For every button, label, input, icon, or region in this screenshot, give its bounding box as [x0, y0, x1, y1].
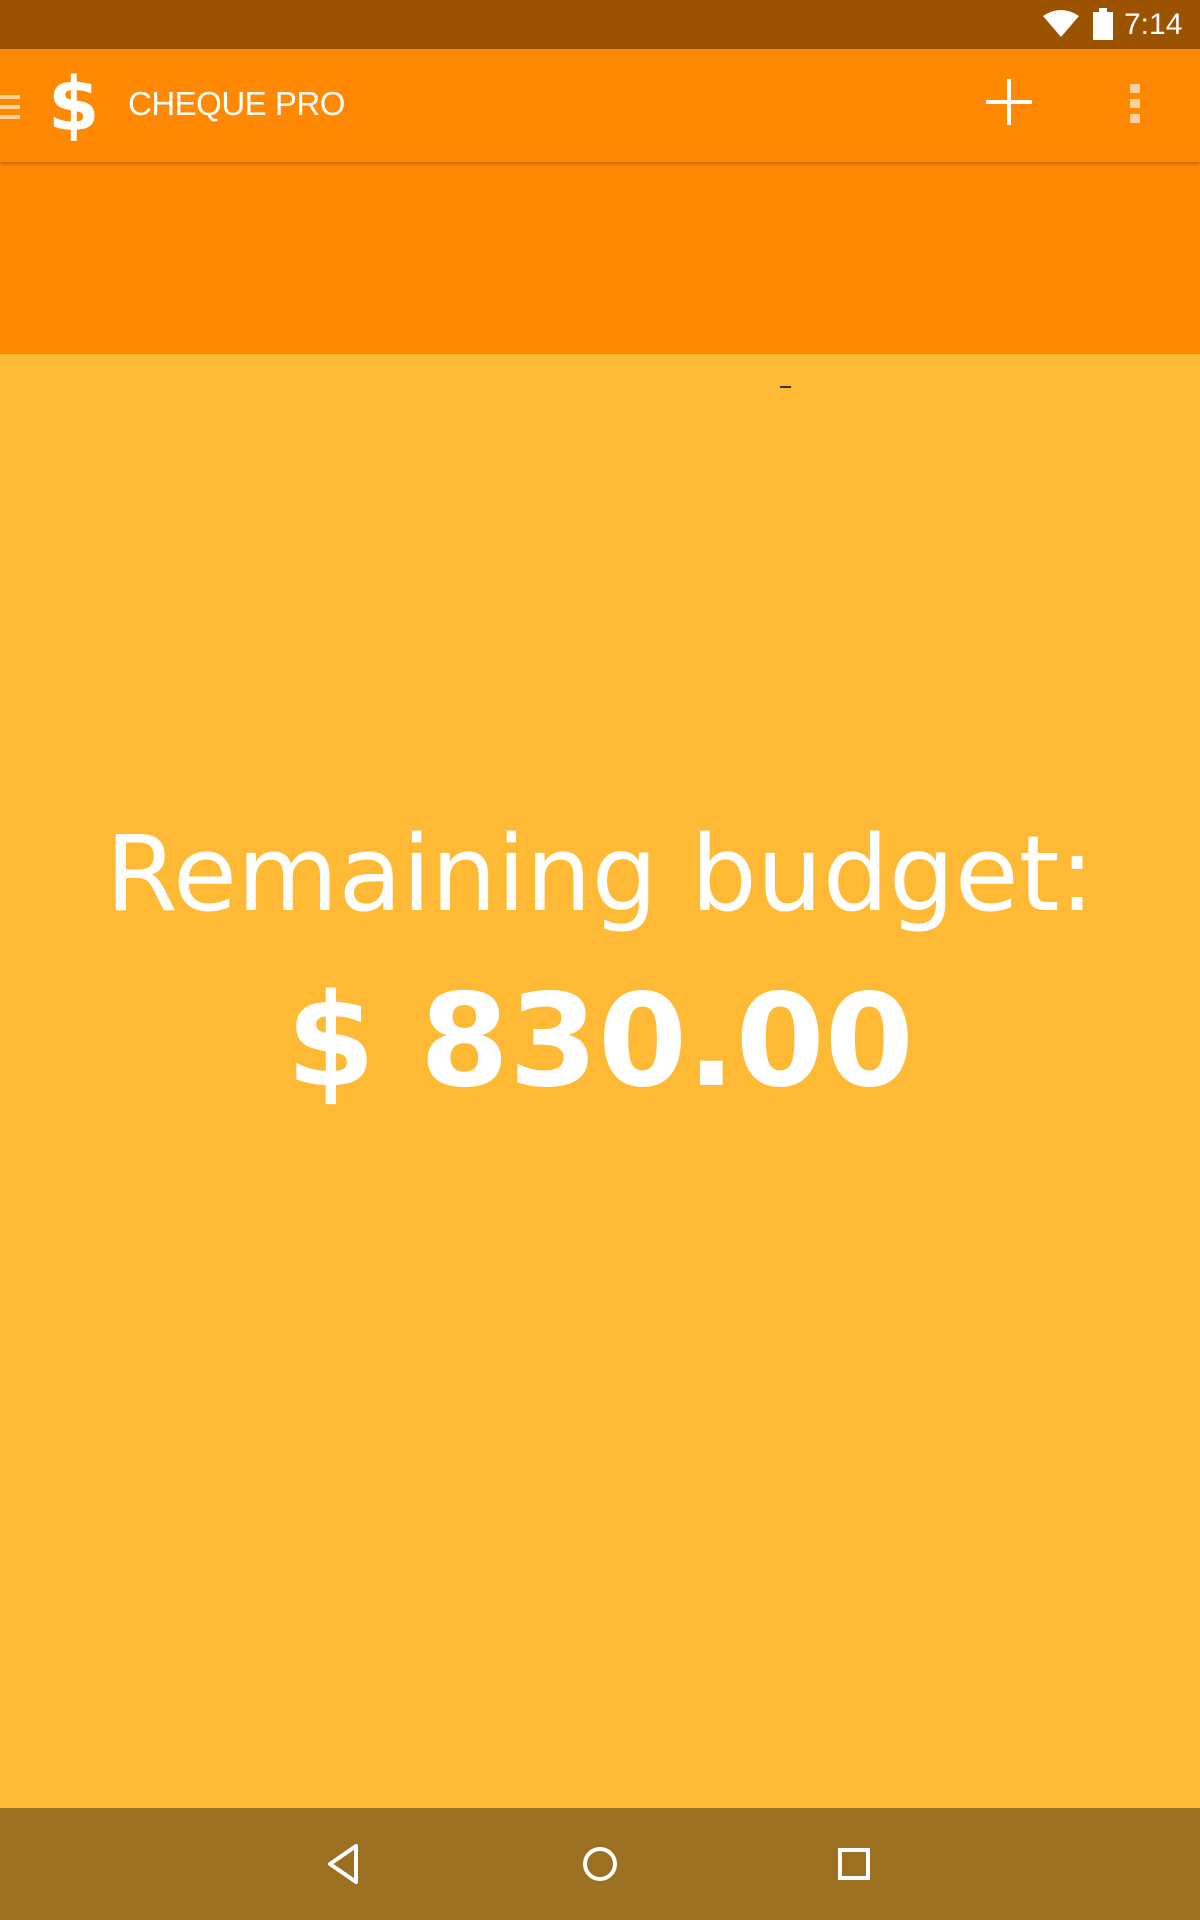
- budget-panel: Remaining budget: $ 830.00: [0, 354, 1200, 1808]
- app-logo: $: [48, 62, 100, 148]
- home-icon[interactable]: [572, 1836, 628, 1892]
- wifi-icon: [1043, 10, 1079, 37]
- recents-icon[interactable]: [826, 1836, 882, 1892]
- battery-icon: [1093, 8, 1113, 40]
- header-extension: [0, 162, 1200, 354]
- add-icon[interactable]: [978, 71, 1040, 133]
- hamburger-menu-icon[interactable]: [0, 93, 20, 121]
- overflow-menu-icon[interactable]: [1120, 79, 1150, 129]
- app-title: CHEQUE PRO: [128, 85, 345, 122]
- status-bar: 7:14: [0, 0, 1200, 49]
- remaining-budget-amount: $ 830.00: [286, 967, 914, 1116]
- system-nav-bar: [0, 1808, 1200, 1920]
- remaining-budget-label: Remaining budget:: [105, 813, 1095, 935]
- back-icon[interactable]: [316, 1836, 372, 1892]
- app-bar: $ CHEQUE PRO: [0, 49, 1200, 162]
- divider-mark: [780, 386, 791, 388]
- status-time: 7:14: [1124, 8, 1183, 41]
